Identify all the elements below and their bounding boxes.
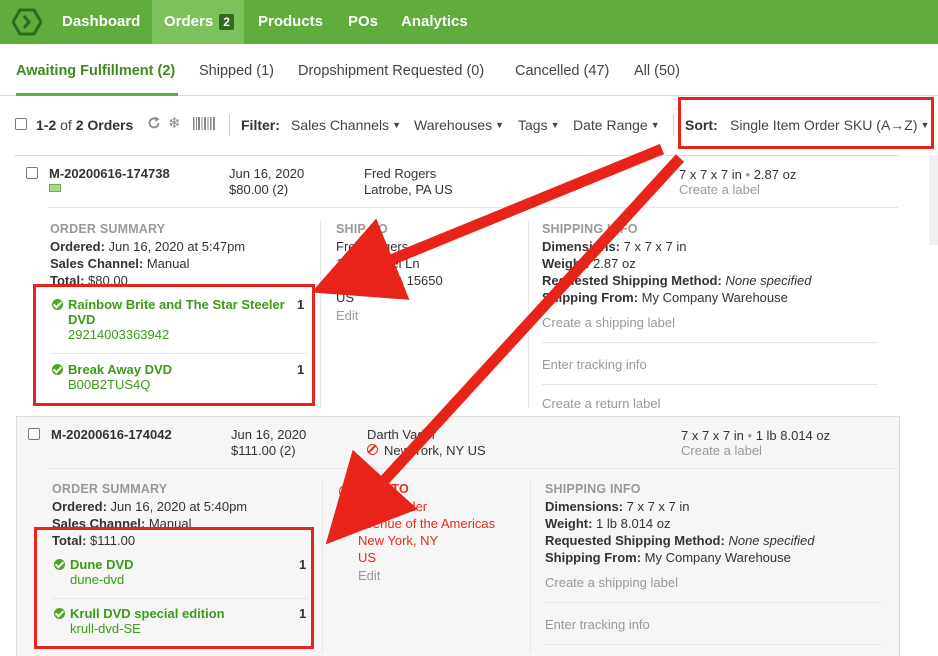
arrow-to-first-order <box>311 143 665 300</box>
annotation-arrows <box>311 143 685 545</box>
